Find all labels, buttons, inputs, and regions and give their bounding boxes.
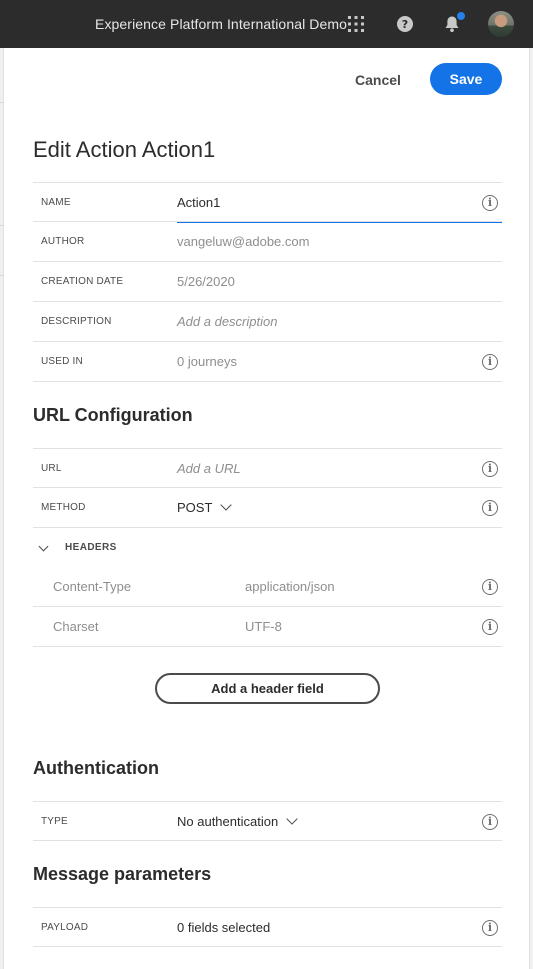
author-row: AUTHOR vangeluw@adobe.com bbox=[33, 222, 502, 262]
page-title: Edit Action Action1 bbox=[33, 137, 216, 162]
authentication-title: Authentication bbox=[33, 758, 159, 778]
header-value: UTF-8 bbox=[245, 619, 282, 634]
url-row: URL Add a URL i bbox=[33, 448, 502, 488]
used-in-row: USED IN 0 journeys i bbox=[33, 342, 502, 382]
payload-label: PAYLOAD bbox=[41, 922, 89, 933]
payload-value[interactable]: 0 fields selected bbox=[177, 908, 270, 948]
top-bar: Experience Platform International Demo ? bbox=[0, 0, 533, 48]
description-row: DESCRIPTION Add a description bbox=[33, 302, 502, 342]
url-input[interactable]: Add a URL bbox=[177, 449, 241, 489]
header-row: Charset UTF-8 i bbox=[33, 607, 502, 647]
info-icon[interactable]: i bbox=[482, 500, 498, 516]
name-row: NAME i bbox=[33, 182, 502, 223]
creation-date-row: CREATION DATE 5/26/2020 bbox=[33, 262, 502, 302]
creation-date-value: 5/26/2020 bbox=[177, 274, 235, 289]
payload-row: PAYLOAD 0 fields selected i bbox=[33, 907, 502, 947]
add-header-field-button[interactable]: Add a header field bbox=[155, 673, 380, 704]
url-label: URL bbox=[41, 463, 62, 474]
method-label: METHOD bbox=[41, 502, 86, 513]
info-icon[interactable]: i bbox=[482, 814, 498, 830]
name-input[interactable] bbox=[177, 183, 502, 223]
auth-type-select[interactable]: No authentication bbox=[177, 802, 298, 842]
used-in-value: 0 journeys bbox=[177, 354, 237, 369]
chevron-down-icon bbox=[220, 499, 233, 511]
auth-type-row: TYPE No authentication i bbox=[33, 801, 502, 841]
notification-badge bbox=[456, 11, 466, 21]
chevron-down-icon[interactable] bbox=[38, 541, 49, 552]
description-input[interactable]: Add a description bbox=[177, 302, 277, 342]
cancel-button[interactable]: Cancel bbox=[346, 66, 410, 94]
author-label: AUTHOR bbox=[41, 236, 85, 247]
headers-label: HEADERS bbox=[65, 542, 117, 553]
help-icon[interactable]: ? bbox=[393, 12, 417, 36]
info-icon[interactable]: i bbox=[482, 461, 498, 477]
header-key: Content-Type bbox=[53, 579, 132, 594]
info-icon[interactable]: i bbox=[482, 619, 498, 635]
auth-type-value: No authentication bbox=[177, 814, 279, 829]
headers-toggle-row[interactable]: HEADERS bbox=[33, 528, 502, 568]
url-config-title: URL Configuration bbox=[33, 405, 193, 425]
info-icon[interactable]: i bbox=[482, 195, 498, 211]
message-parameters-title: Message parameters bbox=[33, 864, 212, 884]
org-name[interactable]: Experience Platform International Demo bbox=[95, 16, 347, 32]
name-label: NAME bbox=[41, 197, 71, 208]
notification-bell-icon[interactable] bbox=[440, 11, 466, 36]
user-avatar[interactable] bbox=[488, 11, 514, 37]
used-in-label: USED IN bbox=[41, 356, 83, 367]
author-value: vangeluw@adobe.com bbox=[177, 234, 310, 249]
description-label: DESCRIPTION bbox=[41, 316, 112, 327]
right-panel-edge bbox=[529, 48, 533, 969]
info-icon[interactable]: i bbox=[482, 920, 498, 936]
save-button[interactable]: Save bbox=[430, 63, 502, 95]
method-value: POST bbox=[177, 500, 213, 515]
apps-grid-icon[interactable] bbox=[344, 12, 368, 36]
left-panel-edge bbox=[0, 48, 4, 969]
auth-type-label: TYPE bbox=[41, 816, 68, 827]
creation-date-label: CREATION DATE bbox=[41, 276, 124, 287]
method-select[interactable]: POST bbox=[177, 488, 233, 528]
header-value: application/json bbox=[245, 579, 335, 594]
info-icon[interactable]: i bbox=[482, 579, 498, 595]
header-key: Charset bbox=[53, 619, 99, 634]
header-row: Content-Type application/json i bbox=[33, 567, 502, 607]
svg-text:?: ? bbox=[402, 18, 408, 31]
chevron-down-icon bbox=[286, 813, 298, 825]
info-icon[interactable]: i bbox=[482, 354, 498, 370]
avatar-image bbox=[488, 11, 514, 37]
method-row: METHOD POST i bbox=[33, 488, 502, 528]
